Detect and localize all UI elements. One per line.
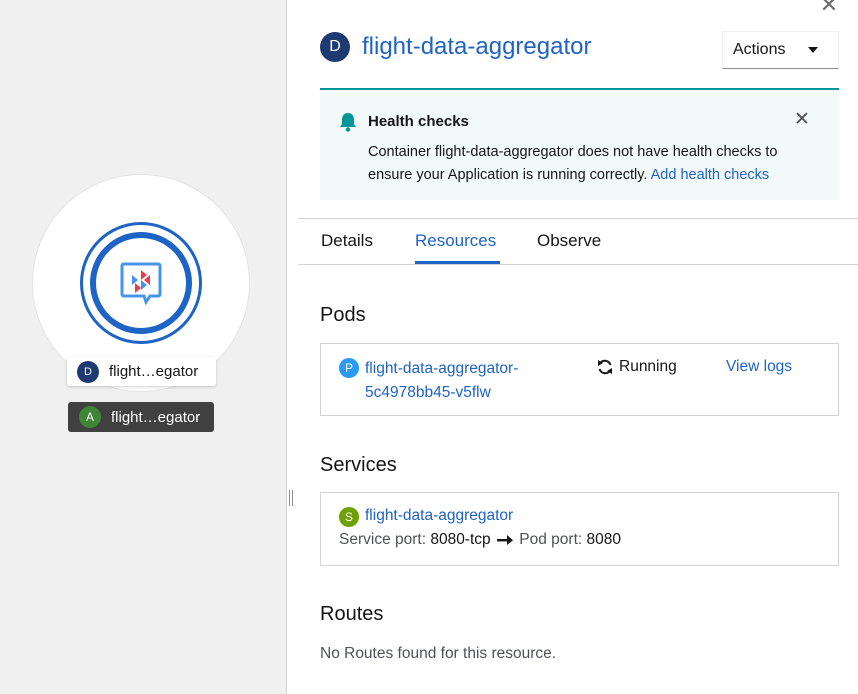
pod-list-item: P flight-data-aggregator-5c4978bb45-v5fl… bbox=[320, 343, 839, 416]
application-name: flight…egator bbox=[111, 408, 201, 426]
pod-name-link[interactable]: flight-data-aggregator-5c4978bb45-v5flw bbox=[365, 357, 565, 405]
deployment-node-name: flight…egator bbox=[109, 363, 199, 380]
pod-badge: P bbox=[339, 358, 359, 378]
routes-heading: Routes bbox=[320, 603, 384, 625]
arrow-right-icon bbox=[496, 534, 513, 545]
pod-status: Running bbox=[597, 358, 677, 376]
service-port-mapping: Service port: 8080-tcp Pod port: 8080 bbox=[339, 531, 621, 549]
actions-label: Actions bbox=[733, 41, 786, 58]
service-list-item: S flight-data-aggregator Service port: 8… bbox=[320, 492, 839, 566]
health-checks-alert: Health checks ✕ Container flight-data-ag… bbox=[320, 88, 839, 200]
deployment-badge: D bbox=[320, 32, 350, 62]
deployment-node-label[interactable]: D flight…egator bbox=[67, 357, 216, 386]
tab-observe[interactable]: Observe bbox=[537, 231, 601, 251]
page-title[interactable]: flight-data-aggregator bbox=[362, 33, 591, 61]
quarkus-logo-icon bbox=[120, 262, 162, 306]
pod-port-value: 8080 bbox=[586, 531, 621, 548]
quarkus-icon bbox=[96, 238, 186, 328]
alert-body: Container flight-data-aggregator does no… bbox=[368, 141, 818, 187]
application-badge: A bbox=[79, 406, 101, 428]
panel-header: D flight-data-aggregator bbox=[320, 32, 591, 62]
tab-details[interactable]: Details bbox=[321, 231, 373, 251]
deployment-badge: D bbox=[77, 360, 99, 383]
alert-close-icon[interactable]: ✕ bbox=[794, 108, 810, 131]
service-port-label: Service port: bbox=[339, 531, 427, 548]
pod-status-text: Running bbox=[619, 358, 677, 375]
tabs-border bbox=[298, 264, 858, 265]
sync-icon bbox=[598, 359, 612, 375]
service-port-value: 8080-tcp bbox=[430, 531, 491, 548]
service-badge: S bbox=[339, 507, 359, 527]
deployment-node[interactable] bbox=[80, 222, 202, 344]
pods-heading: Pods bbox=[320, 304, 366, 326]
bell-icon bbox=[340, 113, 356, 132]
actions-dropdown[interactable]: Actions bbox=[722, 31, 839, 69]
tabs-divider bbox=[298, 218, 858, 219]
panel-splitter[interactable] bbox=[286, 0, 298, 694]
active-tab-indicator bbox=[415, 261, 500, 264]
pod-port-label: Pod port: bbox=[519, 531, 583, 548]
caret-down-icon bbox=[808, 47, 818, 53]
close-panel-button[interactable]: ✕ bbox=[818, 0, 840, 16]
alert-title: Health checks bbox=[368, 113, 469, 130]
services-heading: Services bbox=[320, 454, 397, 476]
add-health-checks-link[interactable]: Add health checks bbox=[651, 167, 770, 183]
drag-handle-icon[interactable] bbox=[289, 490, 295, 506]
routes-empty-state: No Routes found for this resource. bbox=[320, 645, 557, 662]
service-name-link[interactable]: flight-data-aggregator bbox=[365, 507, 513, 525]
tab-resources[interactable]: Resources bbox=[415, 231, 496, 251]
deployment-node-ring bbox=[90, 232, 192, 334]
view-logs-link[interactable]: View logs bbox=[726, 358, 792, 376]
application-group-label[interactable]: A flight…egator bbox=[68, 402, 214, 432]
